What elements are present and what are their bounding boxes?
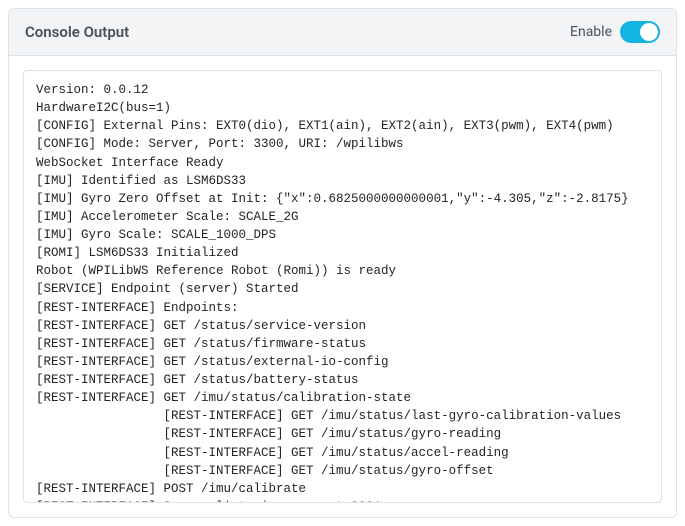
console-line: [IMU] Gyro Zero Offset at Init: {"x":0.6…	[36, 190, 649, 208]
console-line: [SERVICE] Endpoint (server) Started	[36, 280, 649, 298]
console-line: [REST-INTERFACE] GET /status/battery-sta…	[36, 371, 649, 389]
console-line: [IMU] Gyro Scale: SCALE_1000_DPS	[36, 226, 649, 244]
console-line: [ROMI] LSM6DS33 Initialized	[36, 244, 649, 262]
console-line: [REST-INTERFACE] Server listening on por…	[36, 498, 649, 503]
console-output-box[interactable]: Version: 0.0.12HardwareI2C(bus=1)[CONFIG…	[23, 70, 662, 503]
console-line: WebSocket Interface Ready	[36, 154, 649, 172]
console-line: [REST-INTERFACE] GET /imu/status/last-gy…	[36, 407, 649, 425]
console-line: [REST-INTERFACE] Endpoints:	[36, 299, 649, 317]
console-output-panel: Console Output Enable Version: 0.0.12Har…	[8, 8, 677, 518]
enable-label: Enable	[570, 24, 612, 40]
console-line: [REST-INTERFACE] GET /status/firmware-st…	[36, 335, 649, 353]
enable-toggle[interactable]	[620, 21, 660, 43]
console-line: [IMU] Accelerometer Scale: SCALE_2G	[36, 208, 649, 226]
panel-header: Console Output Enable	[9, 9, 676, 56]
console-line: [IMU] Identified as LSM6DS33	[36, 172, 649, 190]
panel-title: Console Output	[25, 23, 129, 41]
console-line: Version: 0.0.12	[36, 81, 649, 99]
console-line: [REST-INTERFACE] POST /imu/calibrate	[36, 480, 649, 498]
console-line: [REST-INTERFACE] GET /status/external-io…	[36, 353, 649, 371]
panel-body: Version: 0.0.12HardwareI2C(bus=1)[CONFIG…	[9, 56, 676, 517]
console-line: [REST-INTERFACE] GET /imu/status/gyro-of…	[36, 462, 649, 480]
console-line: HardwareI2C(bus=1)	[36, 99, 649, 117]
console-line: [REST-INTERFACE] GET /status/service-ver…	[36, 317, 649, 335]
toggle-knob	[640, 23, 658, 41]
enable-toggle-group: Enable	[570, 21, 660, 43]
console-line: [REST-INTERFACE] GET /imu/status/calibra…	[36, 389, 649, 407]
console-line: [CONFIG] Mode: Server, Port: 3300, URI: …	[36, 135, 649, 153]
console-line: [CONFIG] External Pins: EXT0(dio), EXT1(…	[36, 117, 649, 135]
console-line: [REST-INTERFACE] GET /imu/status/gyro-re…	[36, 425, 649, 443]
console-line: [REST-INTERFACE] GET /imu/status/accel-r…	[36, 444, 649, 462]
console-line: Robot (WPILibWS Reference Robot (Romi)) …	[36, 262, 649, 280]
